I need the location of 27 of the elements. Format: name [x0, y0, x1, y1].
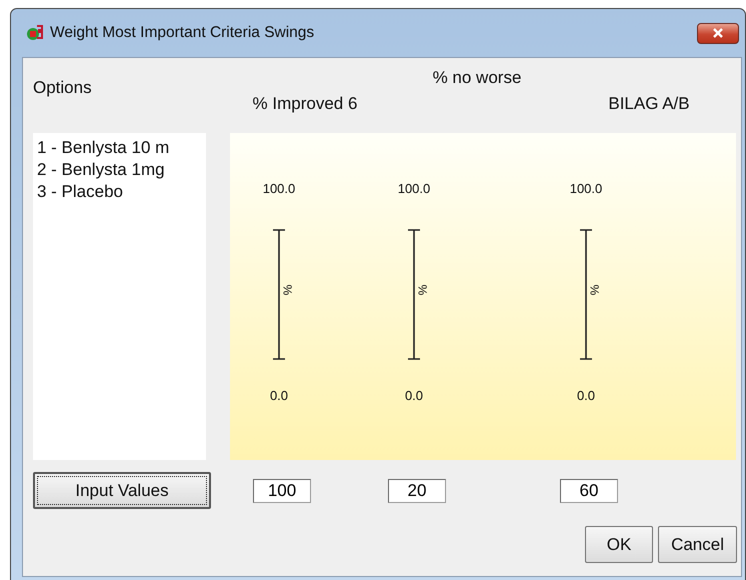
unit-label: % — [281, 284, 294, 296]
close-button[interactable] — [697, 22, 739, 44]
scale-max-label: 100.0 — [262, 181, 296, 197]
scale-min-label: 0.0 — [576, 388, 596, 404]
value-field[interactable]: 20 — [388, 478, 446, 502]
option-item[interactable]: 3 - Placebo — [37, 181, 206, 203]
window-title: Weight Most Important Criteria Swings — [50, 24, 314, 42]
scale-min-label: 0.0 — [404, 388, 424, 404]
criterion-header: % Improved 6 — [252, 94, 358, 114]
value-field[interactable]: 60 — [560, 478, 618, 502]
unit-label: % — [588, 284, 600, 296]
dialog-button[interactable]: Cancel — [658, 526, 737, 563]
criterion-header: % no worse — [432, 68, 522, 88]
option-item[interactable]: 2 - Benlysta 1mg — [37, 159, 206, 181]
unit-label: % — [416, 284, 428, 296]
scale-max-label: 100.0 — [398, 181, 430, 197]
app-icon — [26, 24, 44, 42]
options-label: Options — [33, 78, 92, 98]
dialog-button[interactable]: OK — [585, 526, 654, 563]
criterion-header: BILAG A/B — [608, 94, 690, 114]
option-item[interactable]: 1 - Benlysta 10 m — [37, 137, 206, 159]
scale-min-label: 0.0 — [270, 388, 288, 404]
options-list[interactable]: 1 - Benlysta 10 m 2 - Benlysta 1mg 3 - Placebo — [33, 133, 206, 460]
value-field[interactable]: 100 — [253, 478, 311, 502]
scale-max-label: 100.0 — [570, 181, 602, 197]
input-values-button[interactable]: Input Values — [33, 472, 211, 509]
close-icon — [712, 28, 724, 38]
